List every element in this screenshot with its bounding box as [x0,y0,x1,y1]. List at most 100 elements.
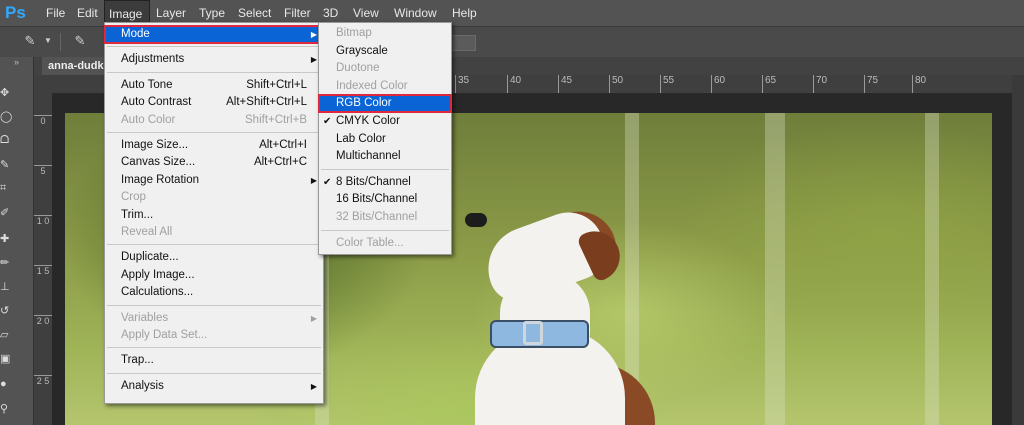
mode-submenu: Bitmap Grayscale Duotone Indexed Color RGB C… [318,22,452,255]
mode-item-multichannel[interactable]: Multichannel [319,148,451,165]
menu-item-label: Apply Data Set... [121,329,208,341]
menu-item-label: Indexed Color [336,79,408,92]
image-menu-item-image-size[interactable]: Image Size... Alt+Ctrl+I [105,137,323,154]
checkmark-icon: ✔ [323,116,332,127]
menu-item-label: Bitmap [336,27,372,39]
ruler-tick-label: 1 5 [34,265,52,276]
image-menu-item-trim[interactable]: Trim... [105,207,323,224]
ruler-tick-label: 70 [813,75,827,93]
image-menu-item-duplicate[interactable]: Duplicate... [105,249,323,266]
new-selection-icon[interactable]: ✎ [72,33,88,49]
photoshop-logo: Ps [5,3,26,22]
image-menu-item-trap[interactable]: Trap... [105,352,323,369]
menu-help[interactable]: Help [448,0,481,26]
healing-brush-tool-icon[interactable]: ✚ [0,232,9,245]
ruler-tick-label: 2 0 [34,315,52,326]
quick-select-tool-icon[interactable]: ✎ [0,158,9,171]
menu-item-label: Trim... [121,208,154,221]
menu-file[interactable]: File [42,0,69,26]
mode-item-cmyk-color[interactable]: ✔ CMYK Color [319,113,451,130]
ruler-tick-label: 55 [660,75,674,93]
lasso-tool-icon[interactable]: ᗝ [0,134,9,147]
menu-item-label: Image Size... [121,139,189,151]
menu-item-label: Apply Image... [121,268,195,281]
menu-item-label: Auto Tone [121,78,173,91]
marquee-tool-icon[interactable]: ◯ [0,110,12,123]
menu-divider [107,132,321,133]
mode-item-32-bits-channel[interactable]: 32 Bits/Channel [319,209,451,226]
shortcut-label: Alt+Ctrl+C [253,156,307,169]
dog-nose [465,213,487,227]
menu-item-label: Image Rotation [121,173,199,186]
mode-item-color-table[interactable]: Color Table... [319,235,451,252]
ruler-tick-label: 40 [507,75,521,93]
image-menu-item-variables[interactable]: Variables ▶ [105,310,323,327]
shortcut-label: Alt+Ctrl+I [259,139,307,151]
image-menu-item-crop[interactable]: Crop [105,189,323,206]
vertical-ruler[interactable]: 0 5 1 0 1 5 2 0 2 5 [34,93,53,425]
image-menu-item-apply-data-set[interactable]: Apply Data Set... [105,327,323,344]
menu-item-label: 16 Bits/Channel [336,193,418,206]
mode-item-8-bits-channel[interactable]: ✔ 8 Bits/Channel [319,174,451,191]
mode-item-duotone[interactable]: Duotone [319,60,451,77]
tool-preset-brush-icon[interactable]: ✎ [22,33,38,49]
image-menu-item-image-rotation[interactable]: Image Rotation ▶ [105,172,323,189]
mode-item-bitmap[interactable]: Bitmap [319,25,451,42]
clone-stamp-tool-icon[interactable]: ⊥ [0,280,10,293]
menu-item-label: Reveal All [121,226,173,238]
image-menu-dropdown: Mode ▶ Adjustments ▶ Auto Tone Shift+Ctrl+L Au… [104,22,324,404]
mode-item-rgb-color[interactable]: RGB Color [318,94,452,114]
menu-item-label: Color Table... [336,236,404,249]
chevron-down-icon[interactable]: ▼ [40,33,56,49]
collar-ring [523,321,543,345]
ruler-corner [34,75,52,93]
mode-item-lab-color[interactable]: Lab Color [319,131,451,148]
checkmark-icon: ✔ [323,176,332,188]
eraser-tool-icon[interactable]: ▱ [0,328,8,341]
menu-item-label: Variables [121,311,169,324]
history-brush-tool-icon[interactable]: ↺ [0,304,9,317]
menu-item-label: Analysis [121,379,164,392]
submenu-arrow-icon: ▶ [310,381,317,391]
mode-item-grayscale[interactable]: Grayscale [319,43,451,60]
submenu-arrow-icon: ▶ [310,30,317,39]
image-menu-item-auto-tone[interactable]: Auto Tone Shift+Ctrl+L [105,77,323,94]
ruler-tick-label: 35 [455,75,469,93]
blur-tool-icon[interactable]: ● [0,378,7,390]
image-menu-item-canvas-size[interactable]: Canvas Size... Alt+Ctrl+C [105,154,323,171]
tree-trunk [765,113,785,425]
menu-item-label: CMYK Color [336,115,400,127]
image-menu-item-mode[interactable]: Mode ▶ [104,25,324,44]
menu-divider [321,168,449,170]
tree-trunk [925,113,939,425]
vertical-scrollbar[interactable] [1012,75,1024,425]
eyedropper-tool-icon[interactable]: ✐ [0,206,9,219]
menu-edit[interactable]: Edit [73,0,102,26]
shortcut-label: Shift+Ctrl+B [245,113,307,126]
dodge-tool-icon[interactable]: ⚲ [0,402,8,415]
menu-item-label: 32 Bits/Channel [336,211,418,223]
ruler-tick-label: 1 0 [34,215,52,226]
crop-tool-icon[interactable]: ⌗ [0,182,6,195]
ruler-tick-label: 80 [912,75,926,93]
menu-divider [321,229,449,231]
image-menu-item-apply-image[interactable]: Apply Image... [105,267,323,284]
collapse-panel-icon[interactable]: » [0,57,33,67]
menu-item-label: Duotone [336,62,380,75]
menu-divider [107,244,321,246]
menu-divider [107,347,321,349]
move-tool-icon[interactable]: ✥ [0,86,9,99]
brush-tool-icon[interactable]: ✏ [0,256,9,269]
ruler-tick-label: 65 [762,75,776,93]
image-menu-item-auto-contrast[interactable]: Auto Contrast Alt+Shift+Ctrl+L [105,94,323,111]
mode-item-16-bits-channel[interactable]: 16 Bits/Channel [319,191,451,208]
menu-item-label: Lab Color [336,132,386,145]
image-menu-item-auto-color[interactable]: Auto Color Shift+Ctrl+B [105,112,323,129]
gradient-tool-icon[interactable]: ▣ [0,352,10,365]
image-menu-item-adjustments[interactable]: Adjustments ▶ [105,51,323,68]
image-menu-item-reveal-all[interactable]: Reveal All [105,224,323,241]
image-menu-item-analysis[interactable]: Analysis ▶ [105,378,323,395]
image-menu-item-calculations[interactable]: Calculations... [105,284,323,301]
menu-item-label: Duplicate... [121,251,179,264]
mode-item-indexed-color[interactable]: Indexed Color [319,78,451,95]
